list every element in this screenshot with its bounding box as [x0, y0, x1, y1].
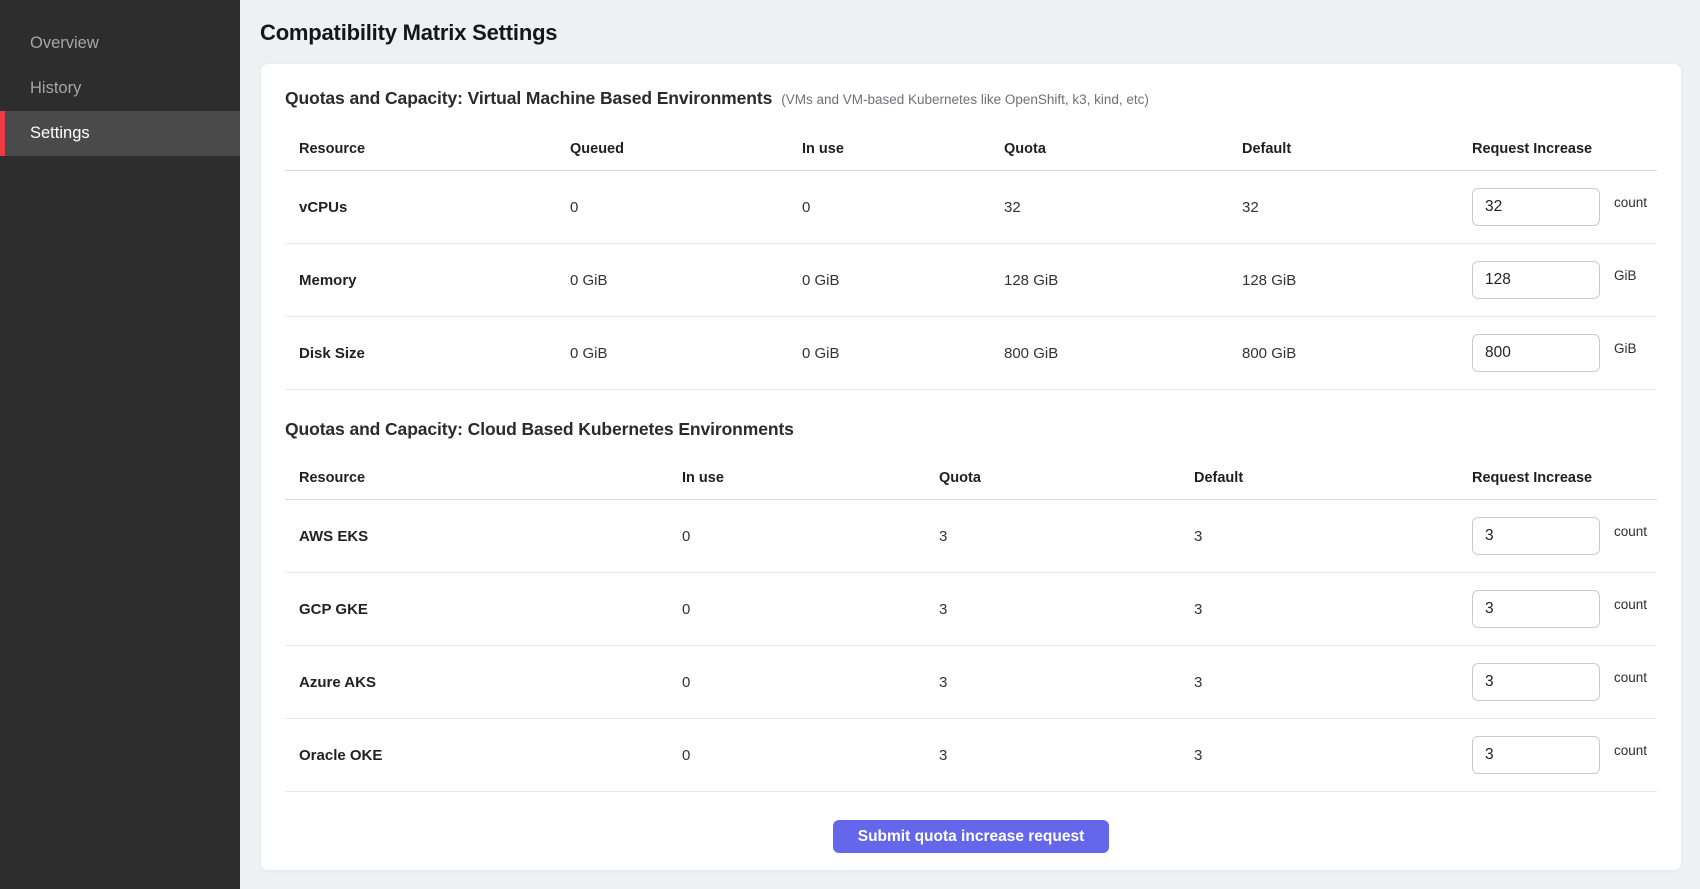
unit-label: count: [1614, 524, 1647, 539]
request-increase-cell: count: [1458, 663, 1657, 701]
cell-value: 3: [925, 674, 1180, 691]
quota-table: ResourceIn useQuotaDefaultRequest Increa…: [285, 456, 1657, 792]
section-cloud-kubernetes: Quotas and Capacity: Cloud Based Kuberne…: [285, 416, 1657, 792]
sidebar-item-overview[interactable]: Overview: [0, 21, 240, 66]
resource-name: GCP GKE: [285, 601, 668, 618]
cell-value: 3: [925, 528, 1180, 545]
column-header-quota: Quota: [990, 141, 1228, 157]
table-row: vCPUs003232count: [285, 171, 1657, 244]
column-header-in-use: In use: [668, 470, 925, 486]
resource-name: Oracle OKE: [285, 747, 668, 764]
resource-name: Memory: [285, 272, 556, 289]
request-increase-input[interactable]: [1472, 517, 1600, 555]
sidebar: Overview History Settings: [0, 0, 240, 889]
cell-value: 32: [1228, 199, 1458, 216]
sidebar-item-label: Settings: [30, 124, 90, 143]
cell-value: 0 GiB: [556, 345, 788, 362]
unit-label: count: [1614, 597, 1647, 612]
table-row: GCP GKE033count: [285, 573, 1657, 646]
cell-value: 3: [1180, 747, 1458, 764]
table-row: AWS EKS033count: [285, 500, 1657, 573]
section-vm-environments: Quotas and Capacity: Virtual Machine Bas…: [285, 85, 1657, 390]
cell-value: 0 GiB: [556, 272, 788, 289]
request-increase-input[interactable]: [1472, 590, 1600, 628]
column-header-resource: Resource: [285, 470, 668, 486]
section-title: Quotas and Capacity: Cloud Based Kuberne…: [285, 416, 794, 442]
cell-value: 128 GiB: [990, 272, 1228, 289]
request-increase-input[interactable]: [1472, 261, 1600, 299]
section-heading-row: Quotas and Capacity: Cloud Based Kuberne…: [285, 416, 1657, 442]
sidebar-item-label: Overview: [30, 34, 99, 53]
cell-value: 128 GiB: [1228, 272, 1458, 289]
section-title: Quotas and Capacity: Virtual Machine Bas…: [285, 85, 772, 111]
cell-value: 0: [668, 747, 925, 764]
cell-value: 0: [788, 199, 990, 216]
cell-value: 800 GiB: [1228, 345, 1458, 362]
cell-value: 3: [925, 601, 1180, 618]
request-increase-input[interactable]: [1472, 736, 1600, 774]
main-content: Compatibility Matrix Settings Quotas and…: [240, 0, 1700, 889]
submit-quota-increase-button[interactable]: Submit quota increase request: [833, 820, 1110, 853]
cell-value: 3: [1180, 601, 1458, 618]
request-increase-input[interactable]: [1472, 663, 1600, 701]
quota-table: ResourceQueuedIn useQuotaDefaultRequest …: [285, 127, 1657, 390]
resource-name: AWS EKS: [285, 528, 668, 545]
unit-label: count: [1614, 670, 1647, 685]
resource-name: Azure AKS: [285, 674, 668, 691]
request-increase-cell: GiB: [1458, 334, 1657, 372]
cell-value: 32: [990, 199, 1228, 216]
column-header-in-use: In use: [788, 141, 990, 157]
cell-value: 3: [1180, 528, 1458, 545]
cell-value: 0: [668, 528, 925, 545]
unit-label: GiB: [1614, 341, 1637, 356]
resource-name: Disk Size: [285, 345, 556, 362]
submit-button-row: Submit quota increase request: [285, 820, 1657, 853]
table-row: Memory0 GiB0 GiB128 GiB128 GiBGiB: [285, 244, 1657, 317]
sidebar-nav: Overview History Settings: [0, 21, 240, 156]
table-row: Oracle OKE033count: [285, 719, 1657, 792]
cell-value: 0: [556, 199, 788, 216]
request-increase-cell: count: [1458, 188, 1657, 226]
sidebar-item-label: History: [30, 79, 81, 98]
cell-value: 0: [668, 601, 925, 618]
request-increase-input[interactable]: [1472, 334, 1600, 372]
unit-label: count: [1614, 743, 1647, 758]
unit-label: GiB: [1614, 268, 1637, 283]
quota-sections: Quotas and Capacity: Virtual Machine Bas…: [285, 85, 1657, 792]
table-header-row: ResourceIn useQuotaDefaultRequest Increa…: [285, 456, 1657, 500]
cell-value: 800 GiB: [990, 345, 1228, 362]
request-increase-input[interactable]: [1472, 188, 1600, 226]
cell-value: 3: [1180, 674, 1458, 691]
column-header-quota: Quota: [925, 470, 1180, 486]
cell-value: 3: [925, 747, 1180, 764]
request-increase-cell: GiB: [1458, 261, 1657, 299]
cell-value: 0: [668, 674, 925, 691]
resource-name: vCPUs: [285, 199, 556, 216]
sidebar-item-history[interactable]: History: [0, 66, 240, 111]
column-header-default: Default: [1180, 470, 1458, 486]
sidebar-item-settings[interactable]: Settings: [0, 111, 240, 156]
table-row: Azure AKS033count: [285, 646, 1657, 719]
request-increase-cell: count: [1458, 736, 1657, 774]
active-accent-bar: [0, 111, 5, 156]
cell-value: 0 GiB: [788, 272, 990, 289]
request-increase-cell: count: [1458, 590, 1657, 628]
section-heading-row: Quotas and Capacity: Virtual Machine Bas…: [285, 85, 1657, 113]
column-header-request-increase: Request Increase: [1458, 141, 1657, 157]
table-header-row: ResourceQueuedIn useQuotaDefaultRequest …: [285, 127, 1657, 171]
section-subtitle: (VMs and VM-based Kubernetes like OpenSh…: [781, 87, 1149, 113]
unit-label: count: [1614, 195, 1647, 210]
settings-card: Quotas and Capacity: Virtual Machine Bas…: [260, 63, 1682, 871]
column-header-queued: Queued: [556, 141, 788, 157]
request-increase-cell: count: [1458, 517, 1657, 555]
cell-value: 0 GiB: [788, 345, 990, 362]
column-header-resource: Resource: [285, 141, 556, 157]
table-row: Disk Size0 GiB0 GiB800 GiB800 GiBGiB: [285, 317, 1657, 390]
column-header-default: Default: [1228, 141, 1458, 157]
page-title: Compatibility Matrix Settings: [260, 20, 1682, 46]
column-header-request-increase: Request Increase: [1458, 470, 1657, 486]
